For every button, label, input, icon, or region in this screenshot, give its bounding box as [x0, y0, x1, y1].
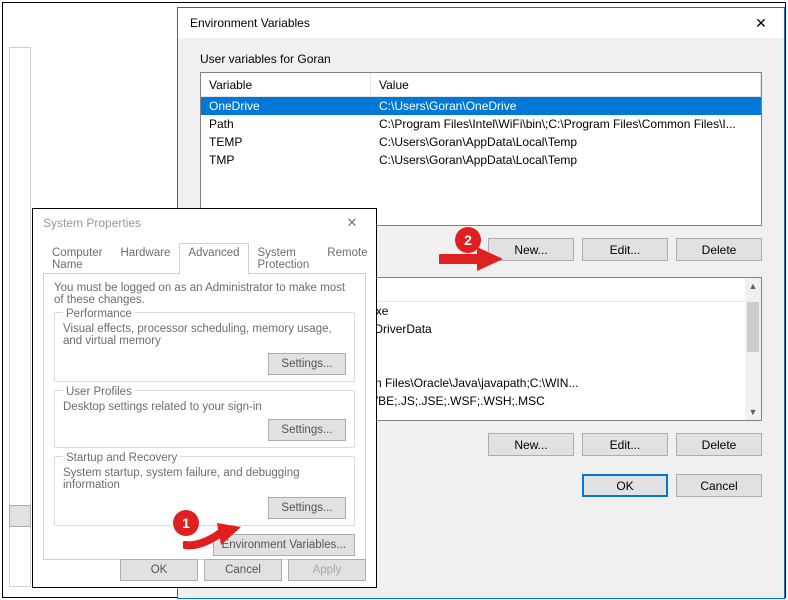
environment-variables-button[interactable]: Environment Variables... — [213, 534, 355, 556]
cancel-button[interactable]: Cancel — [676, 474, 762, 497]
close-icon[interactable]: ✕ — [332, 209, 372, 237]
intro-text: You must be logged on as an Administrato… — [54, 282, 355, 306]
performance-desc: Visual effects, processor scheduling, me… — [63, 323, 346, 347]
cell-variable: TMP — [201, 153, 371, 167]
cell-value: C:\Users\Goran\AppData\Local\Temp — [371, 153, 761, 167]
startup-recovery-desc: System startup, system failure, and debu… — [63, 467, 346, 491]
sys-dialog-buttons: OK Cancel Apply — [120, 559, 366, 581]
scroll-thumb[interactable] — [747, 302, 759, 352]
list-header: Variable Value — [201, 73, 761, 97]
delete-user-var-button[interactable]: Delete — [676, 238, 762, 261]
cell-variable: OneDrive — [201, 99, 371, 113]
user-variables-list[interactable]: Variable Value OneDrive C:\Users\Goran\O… — [200, 72, 762, 226]
advanced-tab-panel: You must be logged on as an Administrato… — [43, 274, 366, 560]
tab-hardware[interactable]: Hardware — [112, 243, 180, 274]
new-sys-var-button[interactable]: New... — [488, 433, 574, 456]
delete-sys-var-button[interactable]: Delete — [676, 433, 762, 456]
cell-value: C:\Users\Goran\OneDrive — [371, 99, 761, 113]
sys-title: System Properties — [43, 216, 332, 230]
user-variables-label: User variables for Goran — [200, 52, 762, 66]
startup-recovery-legend: Startup and Recovery — [63, 452, 180, 464]
cell-value: C:\Users\Goran\AppData\Local\Temp — [371, 135, 761, 149]
header-variable[interactable]: Variable — [201, 73, 371, 96]
user-profiles-group: User Profiles Desktop settings related t… — [54, 390, 355, 448]
tab-advanced[interactable]: Advanced — [179, 243, 248, 274]
tab-remote[interactable]: Remote — [318, 243, 376, 274]
list-row[interactable]: TMP C:\Users\Goran\AppData\Local\Temp — [201, 151, 761, 169]
system-properties-dialog: System Properties ✕ Computer Name Hardwa… — [32, 208, 377, 588]
cell-value: C:\Program Files\Intel\WiFi\bin\;C:\Prog… — [371, 117, 761, 131]
env-title: Environment Variables — [190, 16, 738, 30]
performance-settings-button[interactable]: Settings... — [268, 353, 346, 375]
tab-system-protection[interactable]: System Protection — [249, 243, 319, 274]
close-icon[interactable]: ✕ — [738, 8, 784, 38]
tabs: Computer Name Hardware Advanced System P… — [43, 243, 366, 274]
header-value[interactable]: Value — [371, 73, 761, 96]
user-profiles-legend: User Profiles — [63, 386, 135, 398]
list-row[interactable]: OneDrive C:\Users\Goran\OneDrive — [201, 97, 761, 115]
sys-cancel-button[interactable]: Cancel — [204, 559, 282, 581]
cell-variable: Path — [201, 117, 371, 131]
user-profiles-desc: Desktop settings related to your sign-in — [63, 401, 346, 413]
edit-user-var-button[interactable]: Edit... — [582, 238, 668, 261]
startup-recovery-group: Startup and Recovery System startup, sys… — [54, 456, 355, 526]
new-user-var-button[interactable]: New... — [488, 238, 574, 261]
cell-variable: TEMP — [201, 135, 371, 149]
tab-computer-name[interactable]: Computer Name — [43, 243, 112, 274]
sys-client: Computer Name Hardware Advanced System P… — [33, 237, 376, 587]
user-profiles-settings-button[interactable]: Settings... — [268, 419, 346, 441]
startup-recovery-settings-button[interactable]: Settings... — [268, 497, 346, 519]
sys-ok-button[interactable]: OK — [120, 559, 198, 581]
scroll-down-icon[interactable]: ▼ — [745, 404, 761, 420]
sys-apply-button[interactable]: Apply — [288, 559, 366, 581]
scroll-up-icon[interactable]: ▲ — [745, 278, 761, 294]
ok-button[interactable]: OK — [582, 474, 668, 497]
scrollbar[interactable]: ▲ ▼ — [745, 278, 761, 420]
edit-sys-var-button[interactable]: Edit... — [582, 433, 668, 456]
performance-group: Performance Visual effects, processor sc… — [54, 312, 355, 382]
background-dialog-button-slice — [9, 505, 31, 527]
env-titlebar: Environment Variables ✕ — [178, 8, 784, 38]
list-row[interactable]: TEMP C:\Users\Goran\AppData\Local\Temp — [201, 133, 761, 151]
performance-legend: Performance — [63, 308, 135, 320]
sys-titlebar: System Properties ✕ — [33, 209, 376, 237]
list-row[interactable]: Path C:\Program Files\Intel\WiFi\bin\;C:… — [201, 115, 761, 133]
canvas: Environment Variables ✕ User variables f… — [2, 2, 786, 598]
